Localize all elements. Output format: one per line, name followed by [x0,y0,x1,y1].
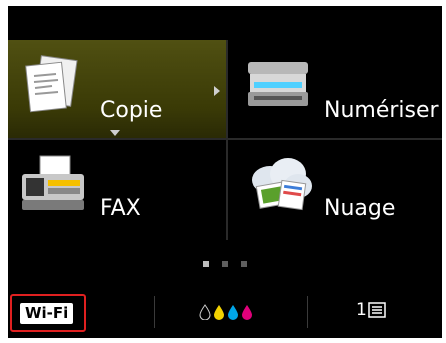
tile-numeriser[interactable]: Numériser [228,40,442,140]
page-dot [202,261,209,267]
copy-icon [22,54,82,122]
ink-drop-cyan [228,305,238,320]
chevron-right-icon [214,86,220,96]
printer-touchscreen: Copie Numériser FAX Nuage Wi-Fi 1 [8,6,442,338]
status-bar: Wi-Fi 1 [8,282,442,338]
page-dot [222,261,228,267]
home-menu-grid: Copie Numériser FAX Nuage [8,40,442,270]
cloud-icon [248,154,314,222]
scanner-icon [246,56,310,120]
page-dot [241,261,248,267]
tile-numeriser-label: Numériser [324,98,439,123]
fax-icon [18,154,88,222]
queue-count: 1 [356,300,367,320]
tile-fax-label: FAX [100,196,141,221]
wifi-highlight: Wi-Fi [10,294,86,332]
tile-nuage-label: Nuage [324,196,396,221]
ink-drop-magenta [242,305,252,320]
ink-drops-icon [199,304,252,320]
ink-drop-black [199,304,211,320]
tile-fax[interactable]: FAX [8,140,228,240]
tile-copie[interactable]: Copie [8,40,228,140]
chevron-down-icon [110,130,120,136]
ink-status-button[interactable] [155,282,307,338]
page-indicator [8,252,442,267]
ink-drop-yellow [214,305,224,320]
tile-nuage[interactable]: Nuage [228,140,442,240]
list-icon [368,302,386,322]
wifi-icon: Wi-Fi [20,303,74,324]
job-queue-button[interactable]: 1 [308,282,442,338]
tile-copie-label: Copie [100,98,163,123]
wifi-status-button[interactable]: Wi-Fi [8,282,154,338]
